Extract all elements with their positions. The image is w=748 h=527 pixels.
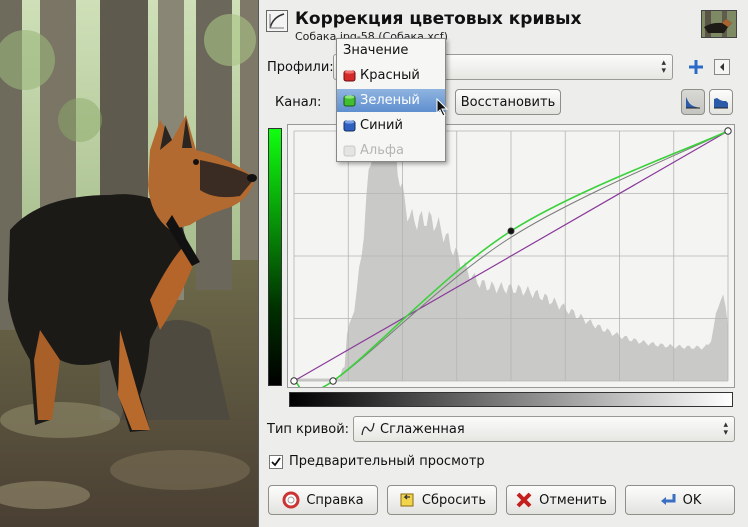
ok-button-label: OK — [682, 492, 702, 508]
curve-control-point[interactable] — [724, 127, 732, 135]
channel-dropdown-menu: Значение Красный Зеленый Синий Альфа — [336, 38, 446, 162]
curve-control-point[interactable] — [290, 377, 298, 385]
channel-option-label: Значение — [343, 43, 409, 58]
curve-control-point[interactable] — [507, 227, 515, 235]
linear-histogram-button[interactable] — [681, 89, 705, 115]
cancel-x-icon — [515, 491, 533, 509]
image-canvas[interactable] — [0, 0, 258, 527]
cancel-button-label: Отменить — [539, 492, 607, 508]
combo-updown-icon: ▴ ▾ — [723, 420, 728, 438]
profile-menu-icon[interactable] — [714, 59, 730, 75]
ok-button[interactable]: OK — [625, 485, 735, 515]
dialog-title: Коррекция цветовых кривых — [295, 9, 582, 29]
smooth-curve-icon — [360, 421, 376, 441]
curve-type-label: Тип кривой: — [267, 422, 350, 437]
preview-checkbox[interactable] — [269, 455, 283, 469]
channel-label: Канал: — [275, 95, 322, 110]
combo-updown-icon: ▴ ▾ — [661, 58, 666, 76]
channel-option-green[interactable]: Зеленый — [337, 89, 445, 112]
channel-option-label: Альфа — [360, 143, 404, 158]
curves-dialog: Коррекция цветовых кривых Собака.jpg-58 … — [258, 0, 748, 527]
mouse-cursor-icon — [436, 97, 450, 118]
image-thumbnail — [701, 10, 737, 38]
dog-photo — [0, 0, 258, 527]
log-histogram-button[interactable] — [709, 89, 733, 115]
curve-graph — [288, 125, 734, 393]
channel-option-red[interactable]: Красный — [337, 64, 445, 87]
cancel-button[interactable]: Отменить — [506, 485, 616, 515]
add-profile-icon[interactable] — [687, 58, 705, 76]
input-gradient-bar — [289, 392, 733, 407]
undo-icon — [398, 491, 416, 509]
channel-option-label: Красный — [360, 68, 420, 83]
green-can-icon — [343, 94, 356, 107]
output-gradient-bar — [268, 128, 282, 386]
help-button[interactable]: Справка — [268, 485, 378, 515]
channel-option-label: Синий — [360, 118, 403, 133]
channel-option-blue[interactable]: Синий — [337, 114, 445, 137]
curve-type-combo[interactable]: Сглаженная ▴ ▾ — [353, 416, 735, 442]
blue-can-icon — [343, 119, 356, 132]
preview-label: Предварительный просмотр — [289, 454, 485, 469]
profiles-label: Профили: — [267, 60, 334, 75]
alpha-can-icon — [343, 144, 356, 157]
reset-button[interactable]: Сбросить — [387, 485, 497, 515]
reset-button-label: Сбросить — [421, 492, 487, 508]
curve-control-point[interactable] — [329, 377, 337, 385]
enter-arrow-icon — [659, 491, 677, 509]
curve-type-value: Сглаженная — [380, 422, 465, 437]
channel-option-label: Зеленый — [360, 93, 420, 108]
linear-histogram-icon — [686, 97, 700, 109]
curve-editor[interactable] — [287, 124, 735, 393]
channel-option-value[interactable]: Значение — [337, 39, 445, 62]
log-histogram-icon — [714, 98, 728, 109]
reset-channel-button[interactable]: Восстановить — [455, 89, 561, 115]
help-button-label: Справка — [306, 492, 364, 508]
red-can-icon — [343, 69, 356, 82]
channel-option-alpha: Альфа — [337, 139, 445, 162]
curves-tool-icon — [266, 10, 288, 32]
checkmark-icon — [271, 457, 281, 467]
lifebuoy-icon — [282, 491, 300, 509]
